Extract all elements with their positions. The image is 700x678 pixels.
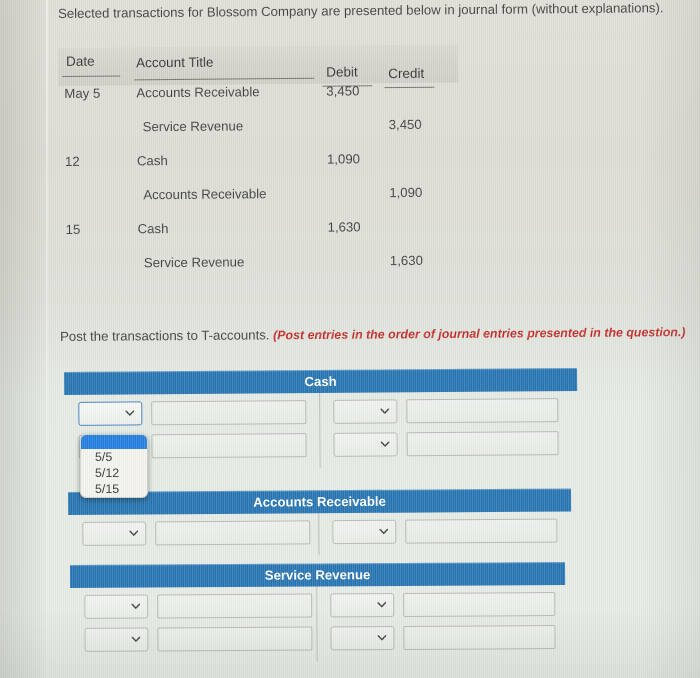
t-account-debit-side	[64, 399, 317, 426]
chevron-down-icon	[377, 633, 386, 642]
t-account: Service Revenue	[70, 561, 566, 663]
amount-input[interactable]	[151, 432, 307, 458]
t-account-row	[70, 623, 565, 653]
header-rule-date	[62, 75, 121, 78]
t-account-credit-side	[317, 430, 570, 457]
intro-text: Selected transactions for Blossom Compan…	[58, 0, 664, 21]
column-header-debit: Debit	[326, 64, 358, 80]
date-select[interactable]	[84, 627, 149, 652]
journal-cell-credit: 1,630	[389, 252, 423, 269]
post-instruction-main: Post the transactions to T-accounts.	[60, 327, 270, 344]
amount-input[interactable]	[404, 518, 557, 544]
journal-cell-credit: 1,090	[389, 184, 423, 201]
t-account-row	[68, 516, 571, 547]
chevron-down-icon	[129, 528, 139, 537]
journal-row: May 5 Accounts Receivable 3,450	[58, 83, 458, 120]
amount-input[interactable]	[155, 519, 311, 545]
chevron-down-icon	[131, 634, 141, 643]
dropdown-option-blank[interactable]	[81, 435, 147, 449]
post-instruction-note: (Post entries in the order of journal en…	[273, 325, 686, 343]
exercise-content: Selected transactions for Blossom Compan…	[0, 0, 700, 678]
date-select[interactable]	[331, 519, 396, 544]
journal-row: Accounts Receivable 1,090	[59, 185, 459, 222]
date-select[interactable]	[332, 431, 398, 457]
date-select[interactable]	[78, 400, 143, 426]
t-account-credit-side	[317, 397, 570, 424]
journal-row: Service Revenue 1,630	[60, 253, 460, 290]
amount-input[interactable]	[157, 626, 313, 651]
t-account-credit-side	[316, 518, 564, 544]
date-select[interactable]	[329, 592, 394, 617]
t-account-credit-side	[314, 624, 558, 650]
journal-cell-debit: 3,450	[326, 83, 360, 99]
t-account-debit-side	[70, 593, 314, 619]
journal-cell-account: Service Revenue	[143, 254, 245, 271]
t-account-debit-side	[68, 519, 316, 546]
t-account-body	[68, 511, 571, 557]
chevron-down-icon	[378, 526, 388, 535]
t-account-title: Service Revenue	[70, 561, 566, 588]
dropdown-option[interactable]: 5/5	[81, 449, 147, 465]
journal-cell-account: Accounts Receivable	[143, 186, 267, 203]
t-account-row	[64, 396, 577, 427]
date-dropdown-options[interactable]: 5/5 5/12 5/15	[80, 434, 148, 498]
journal-header-row: Date Account Title Debit Credit	[58, 44, 459, 89]
journal-row: 15 Cash 1,630	[60, 219, 460, 256]
journal-cell-account: Accounts Receivable	[136, 84, 260, 101]
date-select[interactable]	[84, 594, 149, 619]
column-header-account-title: Account Title	[136, 54, 214, 71]
t-account-credit-side	[314, 591, 558, 617]
journal-cell-date: May 5	[64, 85, 101, 101]
journal-cell-date: 12	[64, 153, 80, 169]
amount-input[interactable]	[405, 397, 558, 423]
date-select[interactable]	[332, 398, 397, 424]
chevron-down-icon	[131, 601, 141, 610]
date-select[interactable]	[82, 520, 147, 546]
journal-table: Date Account Title Debit Credit May 5 Acc…	[58, 44, 460, 290]
column-header-credit: Credit	[388, 65, 425, 82]
journal-row: Service Revenue 3,450	[59, 117, 459, 154]
journal-cell-account: Cash	[137, 221, 169, 237]
journal-body: May 5 Accounts Receivable 3,450 Service Rev…	[58, 83, 460, 290]
chevron-down-icon	[376, 600, 386, 609]
chevron-down-icon	[380, 439, 389, 448]
journal-cell-debit: 1,630	[327, 219, 361, 235]
journal-cell-account: Service Revenue	[142, 118, 244, 135]
header-rule-title	[134, 77, 315, 81]
dropdown-option[interactable]: 5/12	[81, 465, 147, 481]
column-header-date: Date	[66, 53, 95, 69]
t-account-debit-side	[70, 626, 314, 652]
chevron-down-icon	[125, 408, 135, 417]
journal-row: 12 Cash 1,090	[59, 151, 459, 188]
journal-cell-date: 15	[65, 221, 81, 237]
amount-input[interactable]	[402, 624, 556, 650]
t-account-body	[70, 585, 565, 663]
journal-cell-debit: 1,090	[326, 151, 361, 167]
amount-input[interactable]	[157, 593, 313, 618]
amount-input[interactable]	[402, 591, 555, 617]
post-instruction: Post the transactions to T-accounts. (Po…	[60, 324, 686, 344]
t-account-row	[70, 590, 565, 620]
chevron-down-icon	[379, 406, 389, 415]
date-select[interactable]	[329, 625, 395, 650]
t-account: Accounts Receivable	[68, 488, 572, 557]
dropdown-option[interactable]: 5/15	[81, 481, 147, 497]
t-account-divider	[318, 513, 320, 556]
amount-input[interactable]	[151, 399, 307, 425]
journal-cell-credit: 3,450	[388, 116, 422, 133]
journal-cell-account: Cash	[136, 153, 168, 169]
amount-input[interactable]	[405, 430, 559, 456]
